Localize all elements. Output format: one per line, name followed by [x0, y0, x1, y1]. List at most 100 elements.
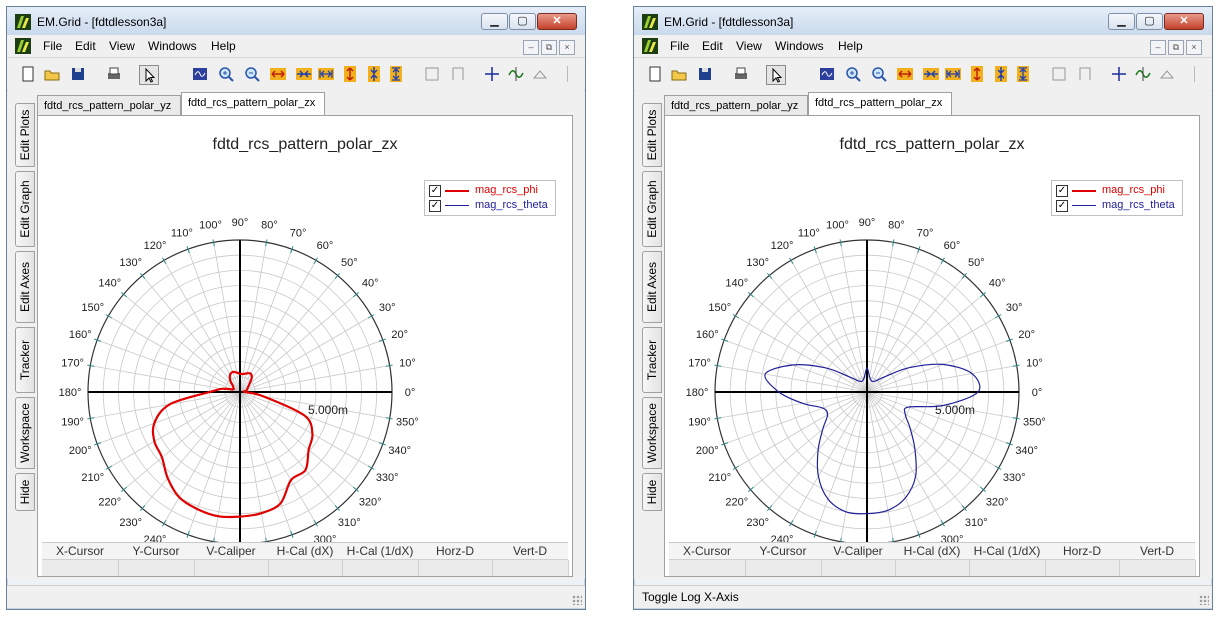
tab-polar-yz[interactable]: fdtd_rcs_pattern_polar_yz: [664, 95, 808, 115]
pointer-button[interactable]: [139, 65, 159, 85]
box-button[interactable]: [423, 65, 441, 83]
legend-checkbox[interactable]: ✓: [429, 185, 441, 197]
plot-area[interactable]: fdtd_rcs_pattern_polar_zx 0° 10° 20° 30° 40°…: [664, 115, 1200, 577]
crosshair-button[interactable]: [483, 65, 501, 83]
v-expand-button[interactable]: [968, 65, 986, 83]
legend-checkbox[interactable]: ✓: [1056, 185, 1068, 197]
tab-polar-yz[interactable]: fdtd_rcs_pattern_polar_yz: [37, 95, 181, 115]
box-icon: [1052, 67, 1066, 81]
menu-edit[interactable]: Edit: [75, 39, 96, 53]
polar-chart[interactable]: 0° 10° 20° 30°40° 50° 60° 70° 80° 90° 100° 110° 120…: [38, 158, 572, 578]
h-fit-button[interactable]: [944, 65, 962, 83]
menu-help[interactable]: Help: [838, 39, 863, 53]
crosshair-button[interactable]: [1110, 65, 1128, 83]
legend-checkbox[interactable]: ✓: [429, 200, 441, 212]
zoom-in-button[interactable]: [844, 65, 862, 83]
tracker-button[interactable]: [1134, 65, 1152, 83]
minimize-button[interactable]: ▁: [1108, 13, 1135, 30]
side-tab-edit-axes[interactable]: Edit Axes: [642, 251, 662, 323]
v-expand-button[interactable]: [341, 65, 359, 83]
mdi-restore-button[interactable]: ⧉: [1168, 40, 1184, 55]
side-tab-edit-axes[interactable]: Edit Axes: [15, 251, 35, 323]
h-contract-button[interactable]: [295, 65, 313, 83]
mdi-minimize-button[interactable]: –: [523, 40, 539, 55]
new-button[interactable]: [19, 65, 37, 83]
tab-polar-zx[interactable]: fdtd_rcs_pattern_polar_zx: [808, 92, 952, 115]
save-button[interactable]: [69, 65, 87, 83]
zoom-out-button[interactable]: [870, 65, 888, 83]
toolbar-separator: [567, 66, 568, 82]
legend-checkbox[interactable]: ✓: [1056, 200, 1068, 212]
maximize-icon: ▢: [1144, 15, 1155, 27]
new-button[interactable]: [646, 65, 664, 83]
side-tab-label: Edit Plots: [645, 109, 659, 161]
box-button[interactable]: [1050, 65, 1068, 83]
close-button[interactable]: ✕: [537, 13, 577, 30]
h-expand-button[interactable]: [269, 65, 287, 83]
maximize-button[interactable]: ▢: [1136, 13, 1163, 30]
side-tab-workspace[interactable]: Workspace: [15, 397, 35, 469]
polar-chart[interactable]: 0° 10° 20° 30°40° 50° 60° 70° 80° 90° 100° 110° 120…: [665, 158, 1199, 578]
print-button[interactable]: [105, 65, 123, 83]
legend-label: mag_rcs_theta: [475, 199, 548, 211]
cursor-column-header: Horz-D: [1063, 544, 1101, 558]
menu-file[interactable]: File: [670, 39, 689, 53]
h-expand-button[interactable]: [896, 65, 914, 83]
tab-polar-zx[interactable]: fdtd_rcs_pattern_polar_zx: [181, 92, 325, 115]
v-contract-button[interactable]: [992, 65, 1010, 83]
side-tab-tracker[interactable]: Tracker: [15, 327, 35, 393]
triangle-button[interactable]: [1158, 65, 1176, 83]
menu-view[interactable]: View: [736, 39, 762, 53]
h-contract-button[interactable]: [922, 65, 940, 83]
mdi-close-button[interactable]: ×: [559, 40, 575, 55]
angle-label: 180°: [686, 387, 709, 399]
resize-grip[interactable]: [572, 595, 582, 605]
title-bar[interactable]: EM.Grid - [fdtdlesson3a] ▁ ▢ ✕: [634, 7, 1212, 35]
v-contract-button[interactable]: [365, 65, 383, 83]
close-button[interactable]: ✕: [1164, 13, 1204, 30]
menu-windows[interactable]: Windows: [775, 39, 824, 53]
side-tab-workspace[interactable]: Workspace: [642, 397, 662, 469]
triangle-button[interactable]: [531, 65, 549, 83]
side-tab-hide[interactable]: Hide: [642, 473, 662, 511]
side-tab-edit-graph[interactable]: Edit Graph: [642, 171, 662, 247]
v-fit-button[interactable]: [387, 65, 405, 83]
open-button[interactable]: [43, 65, 61, 83]
chart-button[interactable]: [818, 65, 836, 83]
v-fit-button[interactable]: [1014, 65, 1032, 83]
save-button[interactable]: [696, 65, 714, 83]
menu-edit[interactable]: Edit: [702, 39, 723, 53]
side-tab-hide[interactable]: Hide: [15, 473, 35, 511]
angle-label: 20°: [391, 329, 408, 341]
menu-windows[interactable]: Windows: [148, 39, 197, 53]
open-button[interactable]: [670, 65, 688, 83]
zoom-in-button[interactable]: [217, 65, 235, 83]
pointer-button[interactable]: [766, 65, 786, 85]
mdi-minimize-button[interactable]: –: [1150, 40, 1166, 55]
app-window-1: EM.Grid - [fdtdlesson3a] ▁ ▢ ✕ File Edit…: [6, 6, 586, 610]
menu-file[interactable]: File: [43, 39, 62, 53]
chart-button[interactable]: [191, 65, 209, 83]
maximize-button[interactable]: ▢: [509, 13, 536, 30]
resize-grip[interactable]: [1199, 595, 1209, 605]
minimize-button[interactable]: ▁: [481, 13, 508, 30]
title-bar[interactable]: EM.Grid - [fdtdlesson3a] ▁ ▢ ✕: [7, 7, 585, 35]
side-tab-edit-graph[interactable]: Edit Graph: [15, 171, 35, 247]
bracket-button[interactable]: [1076, 65, 1094, 83]
tracker-icon: [1135, 67, 1151, 81]
plot-area[interactable]: fdtd_rcs_pattern_polar_zx 0° 10° 20° 30° 40°…: [37, 115, 573, 577]
bracket-button[interactable]: [449, 65, 467, 83]
h-fit-button[interactable]: [317, 65, 335, 83]
menu-view[interactable]: View: [109, 39, 135, 53]
menu-help[interactable]: Help: [211, 39, 236, 53]
side-tab-tracker[interactable]: Tracker: [642, 327, 662, 393]
zoom-out-button[interactable]: [243, 65, 261, 83]
side-tab-edit-plots[interactable]: Edit Plots: [642, 103, 662, 167]
side-tab-label: Edit Plots: [18, 109, 32, 161]
mdi-restore-button[interactable]: ⧉: [541, 40, 557, 55]
tracker-button[interactable]: [507, 65, 525, 83]
side-tab-edit-plots[interactable]: Edit Plots: [15, 103, 35, 167]
print-button[interactable]: [732, 65, 750, 83]
mdi-close-button[interactable]: ×: [1186, 40, 1202, 55]
cursor-cell: [418, 560, 493, 576]
